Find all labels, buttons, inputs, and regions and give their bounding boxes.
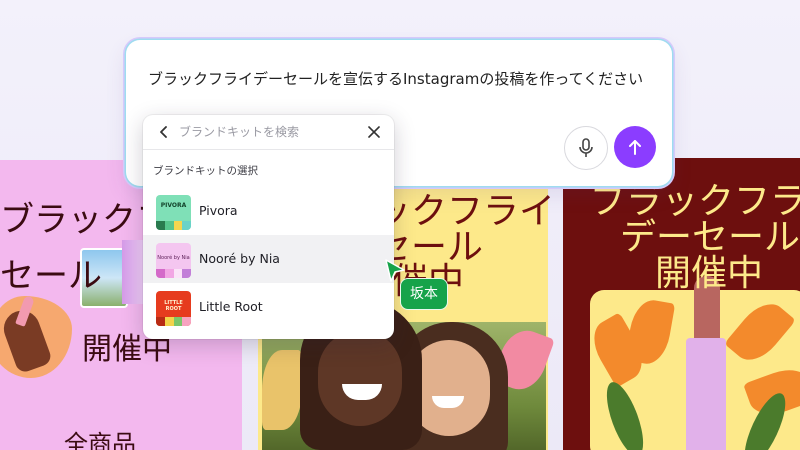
brand-logo-little-root: LITTLE ROOT bbox=[156, 291, 191, 326]
brand-logo-text: Nooré by Nia bbox=[157, 255, 190, 261]
brand-kit-heading: ブランドキットの選択 bbox=[153, 165, 258, 177]
brand-color-stripes bbox=[156, 317, 191, 326]
lily-graphic bbox=[262, 350, 302, 430]
chevron-left-icon bbox=[160, 126, 167, 138]
lipstick-body-graphic bbox=[686, 338, 726, 450]
brand-kit-dropdown: ブランドキットの選択 PIVORA Pivora Nooré by Nia No… bbox=[143, 115, 394, 339]
person-face-graphic bbox=[318, 330, 402, 426]
left-design-title-line2: セール bbox=[0, 256, 102, 296]
right-design-title-line3: 開催中 bbox=[655, 253, 764, 294]
canvas-stage: ブラックフライ セール 開催中 全商品 ックフライ セール 催中 ブラックフラ … bbox=[0, 0, 800, 450]
brand-logo-pivora: PIVORA bbox=[156, 195, 191, 230]
brand-kit-item-label: Little Root bbox=[199, 299, 263, 314]
brand-kit-item-little-root[interactable]: LITTLE ROOT Little Root bbox=[143, 283, 394, 331]
send-button[interactable] bbox=[614, 126, 656, 168]
brand-kit-search-bar bbox=[143, 115, 394, 150]
brand-logo-text: PIVORA bbox=[160, 202, 187, 209]
brand-kit-item-label: Pivora bbox=[199, 203, 238, 218]
brand-color-stripes bbox=[156, 221, 191, 230]
back-button[interactable] bbox=[155, 123, 173, 141]
arrow-up-icon bbox=[629, 140, 641, 155]
brand-kit-item-label: Nooré by Nia bbox=[199, 251, 280, 266]
close-button[interactable] bbox=[365, 123, 383, 141]
prompt-text[interactable]: ブラックフライデーセールを宣伝するInstagramの投稿を作ってください bbox=[148, 68, 643, 89]
microphone-icon bbox=[579, 138, 593, 157]
collaborator-name-tag: 坂本 bbox=[400, 278, 448, 310]
left-design-all-items-text: 全商品 bbox=[64, 430, 136, 450]
microphone-button[interactable] bbox=[564, 126, 608, 170]
brand-color-stripes bbox=[156, 269, 191, 278]
brand-kit-item-pivora[interactable]: PIVORA Pivora bbox=[143, 187, 394, 235]
brand-kit-item-noore-by-nia[interactable]: Nooré by Nia Nooré by Nia bbox=[143, 235, 394, 283]
brand-logo-noore: Nooré by Nia bbox=[156, 243, 191, 278]
brand-logo-text: LITTLE ROOT bbox=[164, 300, 183, 312]
close-icon bbox=[368, 126, 380, 138]
brand-kit-search-input[interactable] bbox=[179, 121, 359, 143]
